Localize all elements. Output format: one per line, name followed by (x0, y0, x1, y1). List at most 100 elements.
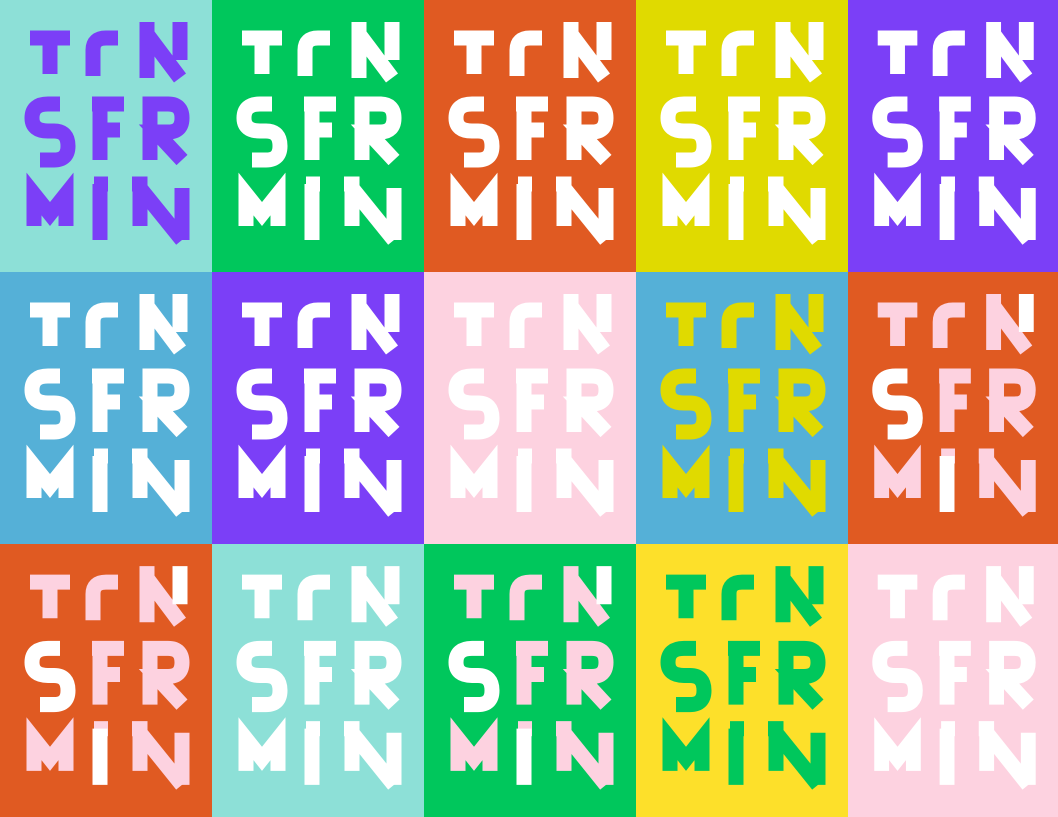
logo-letter-s2 (660, 368, 712, 440)
logo-letter-n1 (986, 22, 1034, 83)
logo-tile: TRN SFR MTN (212, 272, 424, 544)
logo-letter-f2 (939, 368, 971, 432)
logo-letter-r1 (85, 302, 118, 348)
logo-letter-t1 (454, 302, 494, 346)
logo-letter-m3 (874, 444, 921, 499)
logo-variations-grid: TRN SFR MTNTRN SFR MTNTRN SFR MTNTRN SFR… (0, 0, 1058, 817)
logo-letter-n3 (132, 176, 190, 245)
logo-letter-r1 (297, 302, 330, 348)
logo-letter-r2 (774, 640, 826, 710)
logo-mark (24, 294, 190, 517)
logo-letter-t3 (939, 448, 955, 512)
logo-letter-t3 (516, 448, 532, 512)
logo-letter-r2 (138, 368, 190, 438)
logo-mark (872, 22, 1036, 245)
logo-mark (872, 294, 1036, 517)
logo-letter-n1 (351, 22, 400, 83)
logo-letter-r1 (509, 574, 542, 621)
logo-letter-m3 (450, 444, 498, 499)
logo-letter-f2 (304, 96, 336, 160)
logo-letter-r2 (562, 96, 614, 166)
logo-letter-n1 (775, 566, 824, 627)
logo-mark (660, 22, 826, 245)
logo-letter-r2 (350, 96, 402, 166)
logo-letter-t3 (728, 176, 744, 240)
logo-letter-n3 (768, 448, 826, 517)
logo-mark (236, 22, 402, 245)
logo-letter-s2 (236, 368, 288, 440)
logo-letter-t1 (30, 30, 70, 74)
logo-letter-s2 (24, 368, 76, 440)
logo-letter-r2 (985, 368, 1036, 438)
logo-letter-r1 (932, 574, 965, 621)
logo-letter-m3 (26, 717, 74, 771)
logo-letter-t3 (516, 721, 532, 785)
logo-mark (24, 566, 190, 790)
logo-letter-r1 (932, 302, 965, 348)
logo-letter-f2 (92, 96, 124, 160)
logo-letter-t1 (666, 574, 706, 619)
logo-letter-n3 (978, 721, 1036, 790)
logo-letter-n1 (351, 294, 400, 355)
logo-letter-s2 (872, 640, 923, 713)
logo-letter-s2 (872, 96, 923, 168)
logo-letter-r2 (138, 96, 190, 166)
logo-letter-r2 (138, 640, 190, 710)
logo-letter-t1 (454, 574, 494, 619)
logo-tile: TRN SFR MTN (636, 272, 848, 544)
logo-letter-n3 (132, 448, 190, 517)
logo-letter-r1 (297, 574, 330, 621)
logo-letter-m3 (26, 444, 74, 499)
logo-letter-t1 (30, 574, 70, 619)
logo-letter-t3 (728, 721, 744, 785)
logo-letter-r1 (721, 574, 754, 621)
logo-letter-s2 (660, 96, 712, 168)
logo-letter-t3 (304, 721, 320, 785)
logo-letter-t1 (242, 574, 282, 619)
logo-mark (660, 294, 826, 517)
logo-letter-f2 (304, 640, 336, 705)
logo-letter-n3 (768, 176, 826, 245)
logo-letter-t1 (877, 30, 918, 74)
logo-letter-r2 (774, 368, 826, 438)
logo-letter-r2 (774, 96, 826, 166)
logo-letter-t3 (92, 176, 108, 240)
logo-letter-r2 (350, 640, 402, 710)
logo-letter-r1 (509, 30, 542, 76)
logo-tile: TRN SFR MTN (212, 0, 424, 272)
logo-mark (24, 22, 190, 245)
logo-letter-t3 (92, 448, 108, 512)
logo-letter-n1 (986, 294, 1034, 355)
logo-letter-t3 (728, 448, 744, 512)
logo-letter-f2 (516, 640, 548, 705)
logo-letter-s2 (24, 640, 76, 713)
logo-letter-n1 (563, 294, 612, 355)
logo-letter-r1 (297, 30, 330, 76)
logo-letter-m3 (662, 172, 710, 227)
logo-letter-s2 (660, 640, 712, 713)
logo-letter-f2 (939, 640, 971, 705)
logo-mark (660, 566, 826, 790)
logo-tile: TRN SFR MTN (636, 0, 848, 272)
logo-letter-f2 (92, 640, 124, 705)
logo-letter-s2 (236, 640, 288, 713)
logo-letter-f2 (728, 96, 760, 160)
logo-letter-t1 (242, 302, 282, 346)
logo-letter-m3 (238, 444, 286, 499)
logo-letter-n3 (556, 721, 614, 790)
logo-letter-s2 (448, 640, 500, 713)
logo-letter-r1 (85, 574, 118, 621)
logo-letter-n1 (775, 294, 824, 355)
logo-letter-n3 (978, 176, 1036, 245)
logo-tile: TRN SFR MTN (848, 544, 1058, 817)
logo-letter-t3 (304, 448, 320, 512)
logo-tile: TRN SFR MTN (0, 544, 212, 817)
logo-letter-r2 (562, 368, 614, 438)
logo-letter-f2 (939, 96, 971, 160)
logo-tile: TRN SFR MTN (0, 272, 212, 544)
logo-letter-t1 (666, 30, 706, 74)
logo-tile: TRN SFR MTN (212, 544, 424, 817)
logo-letter-f2 (92, 368, 124, 432)
logo-letter-s2 (448, 96, 500, 168)
logo-letter-n3 (556, 176, 614, 245)
